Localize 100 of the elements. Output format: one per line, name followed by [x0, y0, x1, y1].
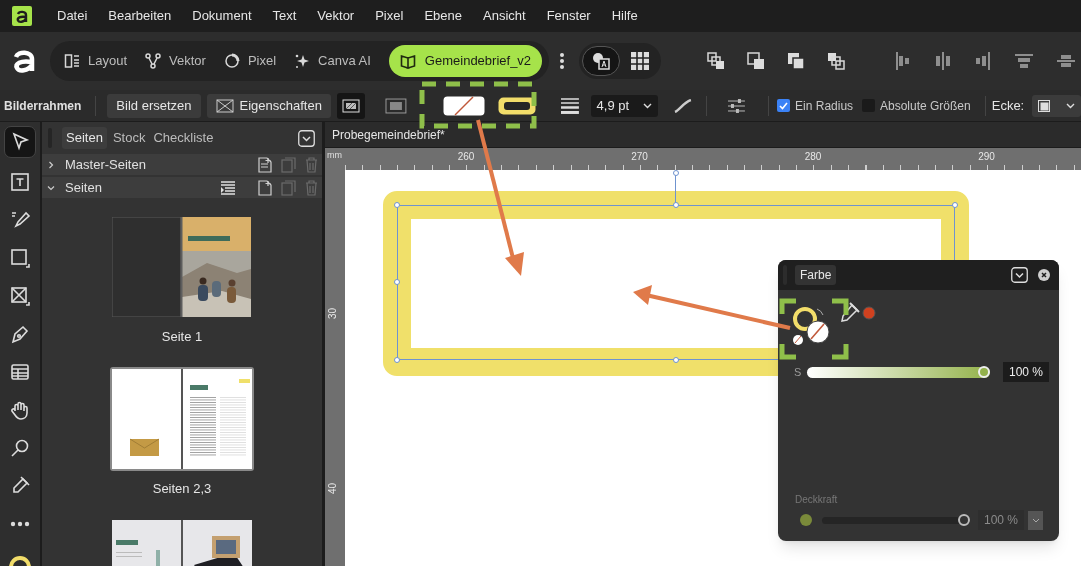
align-left-icon [895, 52, 912, 70]
corner-icon [1038, 99, 1051, 112]
persona-tab[interactable]: Canva AI [294, 45, 371, 77]
shapes-text-icon [591, 51, 612, 71]
checkmark-icon [779, 101, 789, 110]
close-icon[interactable] [1038, 269, 1050, 281]
ruler-label: 280 [804, 150, 822, 164]
pen-icon [9, 323, 31, 345]
selection-handle[interactable] [673, 357, 679, 363]
chevron-down-icon[interactable] [298, 129, 315, 147]
sparkle-icon [294, 53, 311, 69]
slider-track[interactable] [807, 365, 990, 379]
value-field[interactable]: 100 % [1002, 362, 1049, 382]
selection-handle[interactable] [394, 279, 400, 285]
add-page-icon[interactable] [258, 156, 272, 173]
section-header[interactable]: Seiten [42, 177, 322, 198]
checkbox-label: Absolute Größen [880, 97, 971, 115]
bring-front-icon [747, 52, 766, 70]
ruler-label: 260 [457, 150, 475, 164]
persona-tab[interactable]: Vektor [145, 45, 206, 77]
send-backward-icon [827, 52, 846, 70]
context-title: Bilderrahmen [4, 97, 82, 115]
selection-handle[interactable] [952, 202, 958, 208]
book-icon [399, 53, 416, 69]
pressure-curve-icon[interactable] [674, 98, 693, 113]
menu-item[interactable]: Hilfe [611, 6, 638, 26]
hatched-frame-icon [341, 98, 360, 113]
persona-tab[interactable]: Layout [64, 45, 128, 77]
corner-label: Ecke: [991, 96, 1025, 115]
panel-tab[interactable]: Farbe [795, 265, 837, 285]
app-logo-icon [11, 48, 37, 74]
chevron-icon [47, 160, 55, 169]
slider-thumb[interactable] [958, 514, 970, 526]
layout-icon [64, 53, 80, 69]
rectangle-icon [9, 247, 31, 269]
persona-tab[interactable]: Gemeindebrief_v2 [388, 45, 543, 77]
opacity-swatch-icon[interactable] [800, 514, 812, 526]
checkbox[interactable] [777, 99, 791, 112]
tool-button[interactable] [4, 126, 36, 158]
app-logo-icon [12, 6, 32, 26]
section-header[interactable]: Master-Seiten [42, 154, 322, 175]
align-top-icon [1015, 53, 1034, 69]
slider-track[interactable] [822, 513, 970, 527]
frame-fit-icon[interactable] [384, 97, 407, 114]
menu-item[interactable]: Pixel [375, 6, 404, 26]
corner-dropdown[interactable] [1032, 94, 1081, 117]
panel-tab[interactable]: Seiten [62, 127, 107, 149]
document-tab[interactable]: Probegemeindebrief* [332, 125, 445, 144]
stroke-width-dropdown[interactable]: 4,9 pt [590, 94, 659, 117]
toolbar-button[interactable]: Bild ersetzen [107, 93, 201, 118]
value-field[interactable]: 100 % [978, 510, 1025, 530]
ruler-unit: mm [327, 149, 342, 162]
panel-tab[interactable]: Stock [109, 127, 149, 149]
slider-label: S [794, 364, 803, 380]
fit-frame-button[interactable] [336, 92, 365, 119]
toolbar-button[interactable]: Eigenschaften [206, 93, 331, 118]
menu-item[interactable]: Ebene [424, 6, 462, 26]
more-icon [559, 52, 566, 70]
nodes-icon [145, 53, 162, 69]
chevron-down-icon [1066, 102, 1076, 109]
opacity-label: Deckkraft [794, 493, 839, 507]
circle-icon [223, 53, 240, 69]
chevron-icon [47, 183, 55, 192]
color-swatch-icon[interactable] [862, 306, 876, 320]
menu-item[interactable]: Vektor [317, 6, 355, 26]
stroke-swatch[interactable] [496, 95, 537, 116]
zoom-icon [9, 437, 31, 459]
ruler-label: 270 [631, 150, 648, 164]
bring-forward-icon [707, 52, 726, 70]
ruler-label: 40 [326, 482, 340, 495]
insert-pages-icon[interactable] [220, 180, 236, 195]
menu-item[interactable]: Ansicht [483, 6, 526, 26]
fill-none-swatch[interactable] [442, 95, 485, 116]
hand-icon [9, 399, 31, 421]
text-mode-button[interactable] [582, 46, 621, 76]
add-page-icon[interactable] [258, 179, 272, 196]
ruler-label: 30 [326, 307, 340, 320]
image-frame-icon [9, 285, 31, 307]
align-right-icon [975, 52, 992, 70]
panel-tab[interactable]: Checkliste [150, 127, 217, 149]
menu-item[interactable]: Datei [57, 6, 88, 26]
more-icon [9, 521, 31, 527]
settings-sliders-icon[interactable] [727, 97, 747, 114]
chevron-down-icon[interactable] [1011, 267, 1028, 283]
menu-item[interactable]: Fenster [546, 6, 591, 26]
menu-item[interactable]: Text [272, 6, 297, 26]
persona-tab[interactable]: Pixel [223, 45, 277, 77]
page-label: Seite 1 [161, 328, 203, 346]
align-center-icon [935, 52, 952, 70]
selection-handle[interactable] [394, 202, 400, 208]
brush-icon [9, 209, 31, 231]
menu-item[interactable]: Bearbeiten [108, 6, 172, 26]
ruler-label: 290 [978, 150, 995, 164]
menu-item[interactable]: Dokument [192, 6, 252, 26]
align-middle-icon [1057, 53, 1076, 69]
selection-handle[interactable] [673, 202, 679, 208]
checkbox-label: Ein Radius [795, 97, 854, 115]
selection-handle[interactable] [394, 357, 400, 363]
selection-handle[interactable] [673, 170, 679, 176]
text-frame-icon [9, 171, 31, 193]
